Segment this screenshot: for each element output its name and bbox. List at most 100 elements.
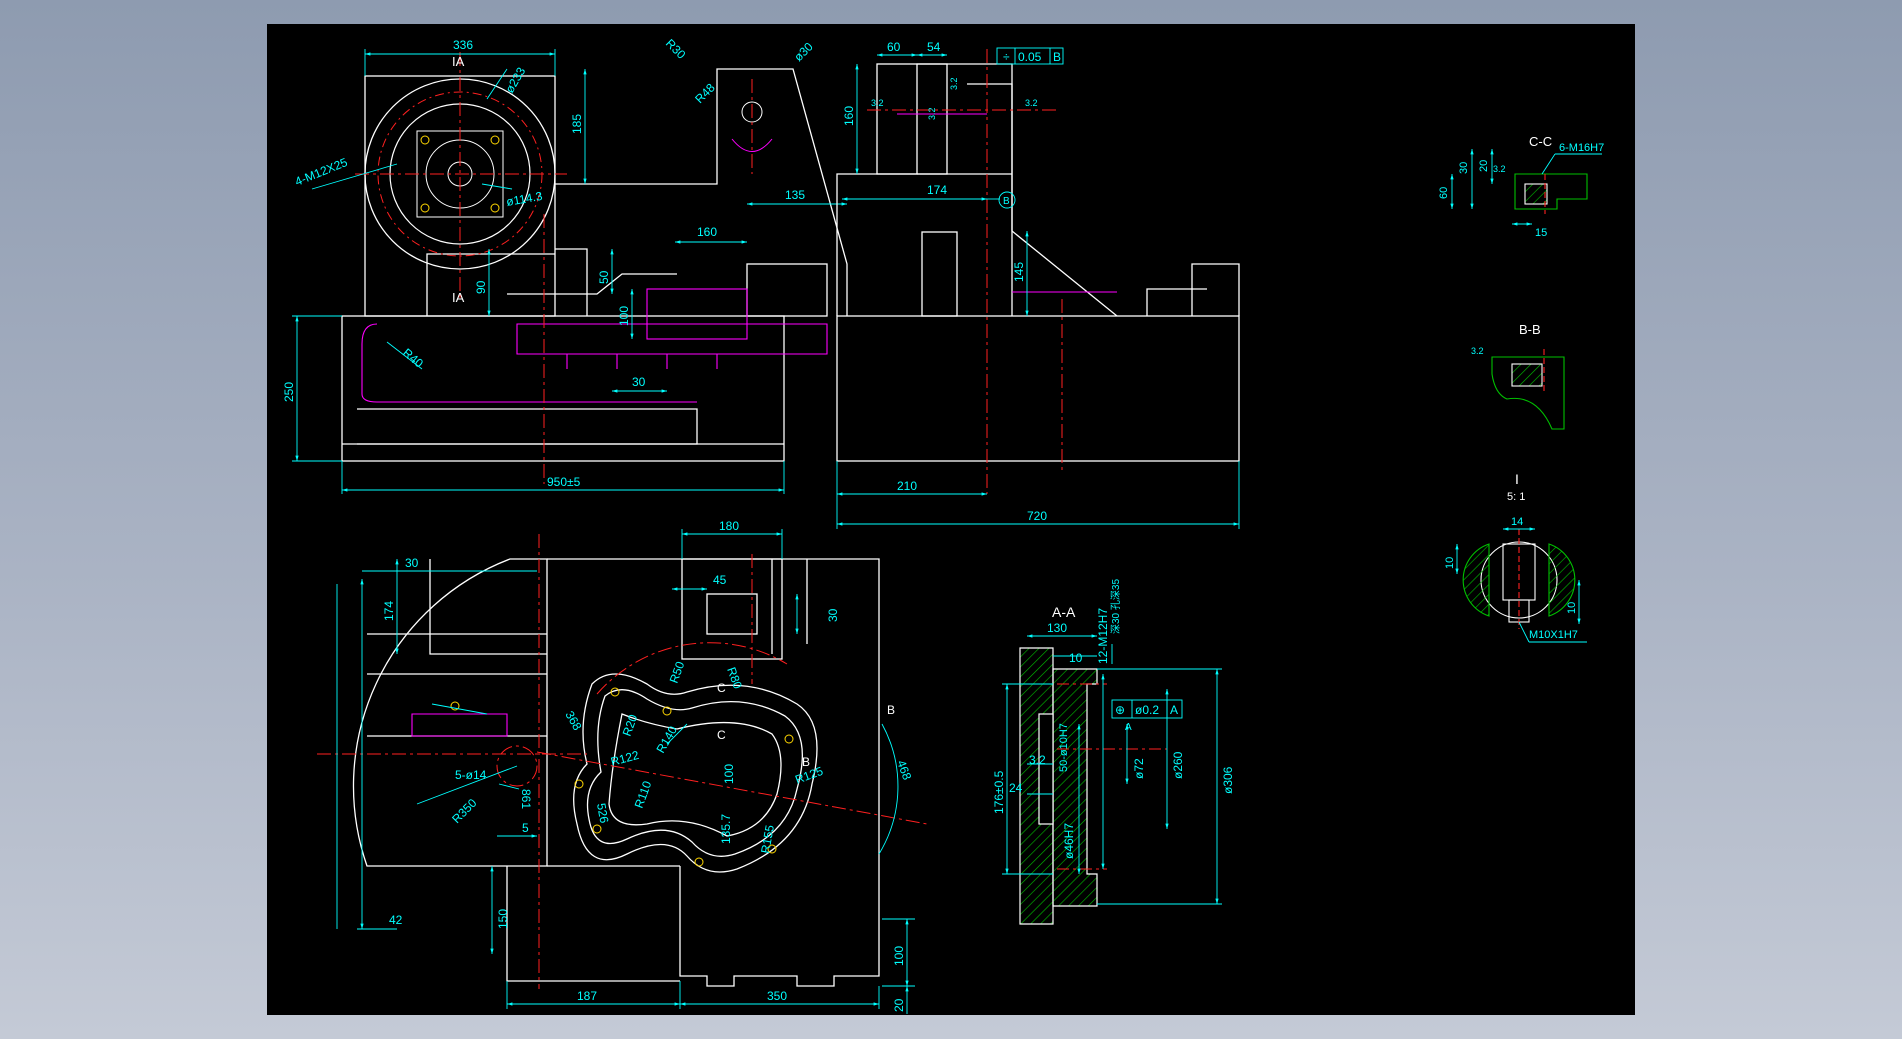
side-view: 60 54 0.05 B ÷ 160 174 145 210 720 3.2 3…	[836, 40, 1240, 529]
section-bb-title: B-B	[1519, 322, 1541, 337]
dim-90: 90	[474, 280, 488, 294]
dim-176: 176±0.5	[992, 770, 1006, 814]
detail-scale: 5: 1	[1507, 491, 1525, 503]
tol-position-symbol: ⊕	[1115, 703, 1125, 717]
roughness-3: 3.2	[927, 107, 937, 120]
dim-r122: R122	[609, 748, 641, 769]
roughness-cc: 3.2	[1493, 164, 1506, 174]
detail-title: I	[1515, 471, 1519, 487]
front-view: 336 R30 ø30 ø233 4-M12X25 ø114.3 185 R48…	[282, 36, 848, 494]
front-hidden-lines	[361, 288, 828, 403]
section-aa-body	[1019, 647, 1098, 925]
dim-45: 45	[713, 573, 727, 587]
note-m10: M10X1H7	[1529, 629, 1578, 641]
tol-position-ref: A	[1170, 703, 1178, 717]
dim-336: 336	[453, 38, 473, 52]
plan-hidden-lines	[411, 713, 508, 737]
dim-phi260: ø260	[1171, 751, 1185, 779]
dim-24: 24	[1009, 781, 1023, 795]
section-aa: A-A 130 10 12-M12H7 深30 孔深35 50-ø10H7 ⊕ …	[992, 579, 1235, 925]
section-cc-title: C-C	[1529, 134, 1552, 149]
dim-20: 20	[892, 998, 906, 1012]
dim-160-side: 160	[842, 106, 856, 126]
dim-phi468: 468	[894, 758, 914, 782]
dim-180: 180	[719, 519, 739, 533]
tol-value: 0.05	[1018, 50, 1042, 64]
datum-a: A	[1125, 722, 1132, 733]
dim-60: 60	[887, 40, 901, 54]
plan-plate	[573, 673, 818, 873]
detail-body	[1462, 529, 1576, 629]
dim-30-cc: 30	[1458, 162, 1470, 174]
dim-174-plan: 174	[382, 601, 396, 621]
dim-5: 5	[522, 821, 529, 835]
dim-150: 150	[496, 909, 510, 929]
dim-350: 350	[767, 989, 787, 1003]
dim-160: 160	[697, 225, 717, 239]
dim-r110: R110	[632, 779, 655, 810]
side-centerlines	[867, 49, 1063, 494]
dim-phi30: ø30	[791, 39, 816, 64]
plan-view: 180 30 45 174 30 R50 R80 R20 368 R140 R1…	[317, 519, 928, 1014]
dim-145: 145	[1012, 262, 1026, 282]
dim-phi861: 861	[519, 789, 533, 809]
dim-30-plan: 30	[405, 556, 419, 570]
flange	[364, 78, 773, 270]
section-mark-a-top: IA	[452, 54, 465, 69]
dim-15-cc: 15	[1535, 227, 1547, 239]
dim-10a-detail: 10	[1444, 557, 1456, 569]
tol-symbol: ÷	[1003, 50, 1010, 64]
dim-30: 30	[632, 375, 646, 389]
dim-50: 50	[597, 270, 611, 284]
dim-130: 130	[1047, 621, 1067, 635]
dim-950: 950±5	[547, 475, 581, 489]
dim-30b-plan: 30	[826, 608, 840, 622]
roughness-4: 3.2	[1025, 98, 1038, 108]
side-view-outline	[836, 63, 1240, 462]
dim-10b-detail: 10	[1566, 602, 1578, 614]
section-cc: C-C 30 20 60 3.2 15 6-M16H7	[1438, 134, 1604, 239]
dim-54: 54	[927, 40, 941, 54]
cad-viewport[interactable]: 336 R30 ø30 ø233 4-M12X25 ø114.3 185 R48…	[267, 24, 1635, 1015]
dim-r155: R155	[758, 824, 777, 855]
datum-b: B	[1003, 196, 1010, 207]
dim-3-2: 3.2	[1029, 753, 1046, 767]
dim-phi526: 526	[594, 802, 611, 824]
section-mark-a-bottom: IA	[452, 290, 465, 305]
dim-4m12: 4-M12X25	[293, 155, 350, 189]
dim-174-side: 174	[927, 183, 947, 197]
plan-section-marks: C C B B	[717, 681, 895, 769]
dim-100: 100	[617, 306, 631, 326]
section-bb-body	[1491, 349, 1565, 430]
dim-phi306: ø306	[1221, 766, 1235, 794]
dim-r30: R30	[663, 36, 689, 62]
note-6-m16: 6-M16H7	[1559, 142, 1604, 154]
dim-r40: R40	[400, 346, 426, 371]
section-bb: B-B 3.2	[1471, 322, 1565, 430]
section-mark-c1: C	[717, 681, 726, 695]
dim-42: 42	[389, 913, 403, 927]
dim-phi368: 368	[562, 709, 584, 734]
engineering-drawing[interactable]: 336 R30 ø30 ø233 4-M12X25 ø114.3 185 R48…	[267, 24, 1635, 1015]
dim-10-aa: 10	[1069, 651, 1083, 665]
dim-1357: 135.7	[719, 814, 733, 844]
roughness-2: 3.2	[949, 77, 959, 90]
dim-phi46: ø46H7	[1062, 823, 1076, 859]
section-mark-c2: C	[717, 728, 726, 742]
roughness-1: 3.2	[871, 98, 884, 108]
dim-r50: R50	[667, 659, 688, 685]
tol-ref-b: B	[1053, 50, 1061, 64]
front-dimension-labels: 336 R30 ø30 ø233 4-M12X25 ø114.3 185 R48…	[282, 36, 816, 489]
dim-185: 185	[570, 114, 584, 134]
plan-dimensions	[336, 529, 915, 1014]
dim-5phi14: 5-ø14	[455, 768, 487, 782]
front-centerlines	[355, 52, 753, 484]
dim-r20: R20	[620, 712, 641, 738]
section-cc-body	[1514, 173, 1588, 214]
dim-210: 210	[897, 479, 917, 493]
section-aa-title: A-A	[1052, 604, 1076, 620]
side-dimension-labels: 60 54 0.05 B ÷ 160 174 145 210 720 3.2 3…	[842, 40, 1061, 523]
dim-r48: R48	[692, 80, 718, 106]
plan-dimension-labels: 180 30 45 174 30 R50 R80 R20 368 R140 R1…	[382, 519, 914, 1012]
note-deep: 深30 孔深35	[1110, 579, 1122, 634]
